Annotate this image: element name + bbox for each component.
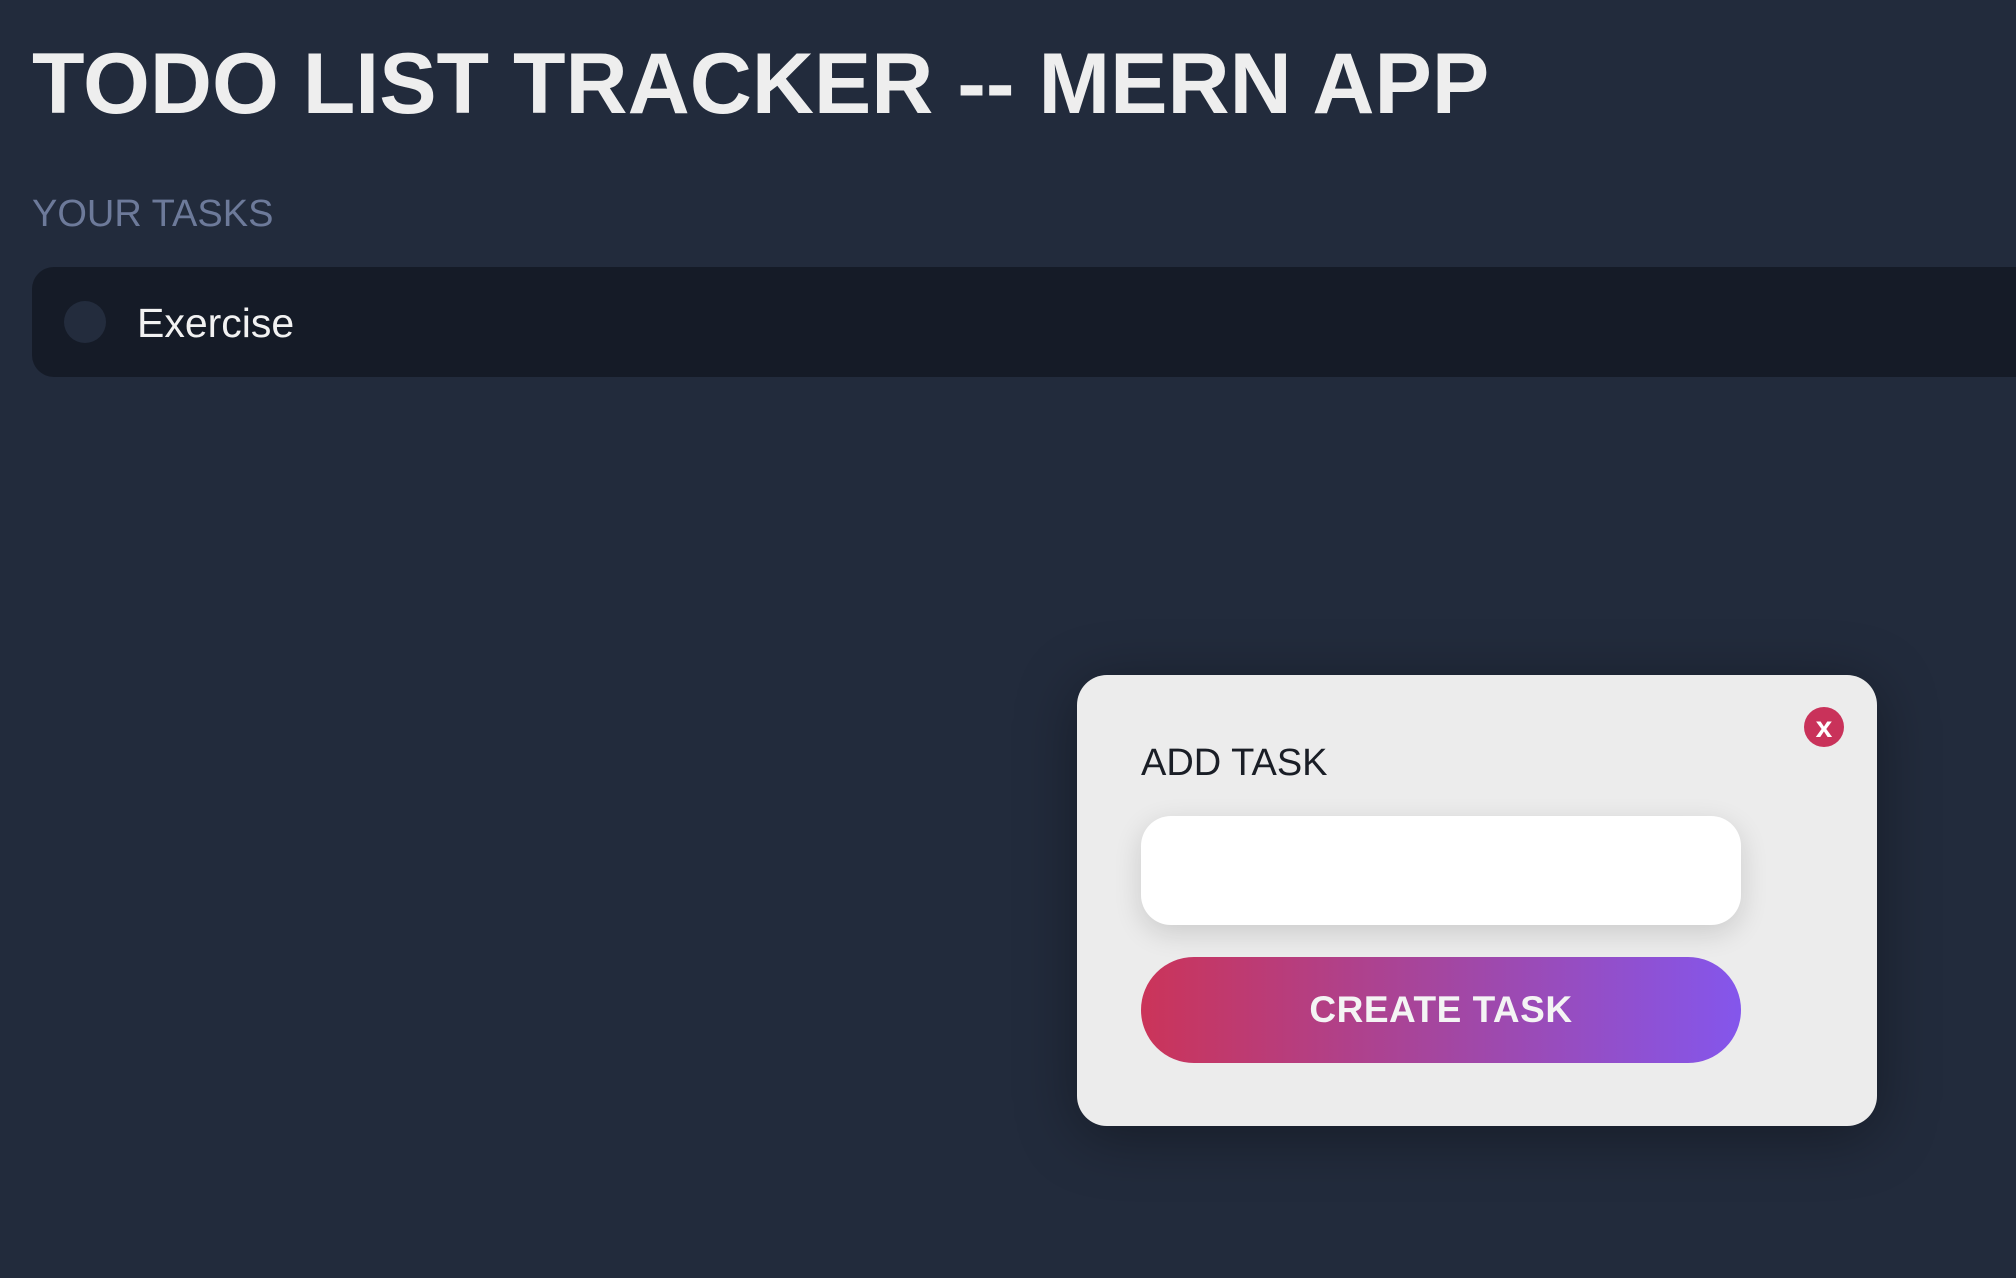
tasks-section-label: YOUR TASKS — [32, 193, 274, 235]
task-label: Exercise — [137, 300, 295, 346]
task-name-input[interactable] — [1141, 816, 1741, 925]
page-title: TODO LIST TRACKER -- MERN APP — [32, 36, 1490, 132]
circle-checkbox-icon[interactable] — [64, 301, 106, 343]
create-task-button[interactable]: CREATE TASK — [1141, 957, 1741, 1063]
task-item[interactable]: Exercise — [32, 267, 2016, 377]
close-icon[interactable]: x — [1804, 707, 1844, 747]
add-task-modal: x ADD TASK CREATE TASK — [1077, 675, 1877, 1126]
modal-title: ADD TASK — [1141, 742, 1328, 784]
